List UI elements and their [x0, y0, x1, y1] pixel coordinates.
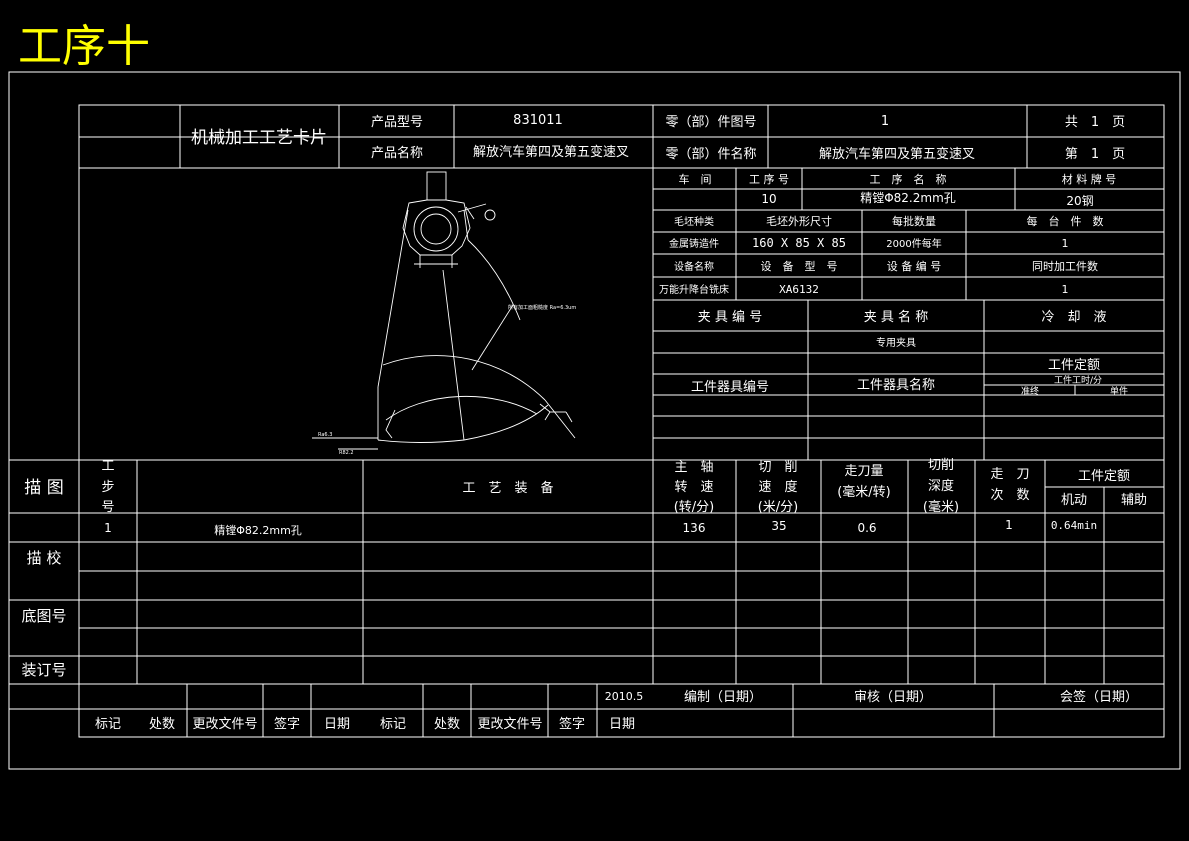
- part-drawing-no-value: 1: [881, 114, 889, 129]
- workshop-label: 车 间: [679, 172, 712, 186]
- coolant-label: 冷 却 液: [1041, 310, 1106, 325]
- equipment-model-label: 设 备 型 号: [761, 259, 838, 273]
- compiled-label: 编制（日期）: [684, 690, 762, 705]
- equipment-no-label: 设 备 编 号: [887, 259, 942, 273]
- fixture-name-value: 专用夹具: [876, 336, 916, 349]
- footer-date-value: 2010.5: [605, 690, 644, 703]
- reviewed-label: 审核（日期）: [854, 690, 932, 705]
- feed-label-2: (毫米/转): [837, 484, 891, 500]
- process-no-label: 工 序 号: [749, 172, 789, 186]
- op-passes: 1: [1005, 518, 1013, 532]
- step-label-1: 工: [101, 459, 114, 474]
- prep-label: 准终: [1021, 385, 1039, 397]
- tool-no-label: 工件器具编号: [691, 380, 769, 395]
- change-doc-label-2: 更改文件号: [477, 717, 542, 732]
- count-label-2: 处数: [434, 717, 460, 732]
- process-name-label: 工 序 名 称: [870, 172, 947, 186]
- equipment-name-label: 设备名称: [674, 260, 714, 273]
- trace-label: 描 图: [24, 478, 63, 498]
- countersign-label: 会签（日期）: [1060, 689, 1138, 705]
- check-label: 描 校: [27, 549, 62, 567]
- date-label-1: 日期: [324, 717, 350, 732]
- blank-type-label: 毛坯种类: [674, 215, 714, 228]
- cut-speed-label-1: 切 削: [758, 460, 797, 475]
- simultaneous-value: 1: [1062, 283, 1069, 296]
- cut-speed-label-3: (米/分): [758, 500, 799, 515]
- passes-label-1: 走 刀: [990, 467, 1029, 482]
- binding-no-label: 装订号: [21, 661, 66, 679]
- blank-size-value: 160 X 85 X 85: [752, 236, 846, 250]
- inner-frame: [78, 104, 1165, 738]
- equipment-model-value: XA6132: [779, 283, 819, 296]
- op-content: 精镗Φ82.2mm孔: [214, 523, 302, 537]
- date-label-2: 日期: [609, 717, 635, 732]
- part-drawing: 所有加工面粗糙度 Ra=6.3um Ra6.3 R82.2: [312, 171, 576, 456]
- quota-label-upper: 工件定额: [1048, 358, 1100, 373]
- process-no-value: 10: [761, 192, 776, 206]
- simultaneous-label: 同时加工件数: [1032, 260, 1098, 273]
- footer-grid: [9, 684, 1164, 737]
- product-model-label: 产品型号: [371, 115, 423, 130]
- passes-label-2: 次 数: [990, 487, 1029, 503]
- aux-time-label: 辅助: [1121, 493, 1147, 508]
- step-label-3: 号: [101, 500, 114, 515]
- material-label: 材 料 牌 号: [1062, 172, 1117, 186]
- spindle-label-3: (转/分): [674, 500, 715, 515]
- per-unit-value: 1: [1062, 237, 1069, 250]
- equipment-name-value: 万能升降台铣床: [659, 283, 729, 296]
- part-drawing-no-label: 零（部）件图号: [665, 115, 756, 130]
- outer-frame: [8, 71, 1181, 770]
- blank-type-value: 金属铸造件: [669, 237, 719, 250]
- single-label: 单件: [1110, 385, 1128, 397]
- op-spindle: 136: [683, 521, 706, 535]
- material-value: 20钢: [1066, 194, 1093, 208]
- drawing-note-roughness: 所有加工面粗糙度 Ra=6.3um: [508, 304, 576, 311]
- spindle-label-1: 主 轴: [674, 460, 713, 475]
- product-model-value: 831011: [513, 113, 563, 128]
- process-name-value: 精镗Φ82.2mm孔: [860, 191, 956, 205]
- card-title: 机械加工工艺卡片: [191, 128, 327, 148]
- product-name-label: 产品名称: [371, 145, 423, 161]
- equipment-header: 工 艺 装 备: [462, 480, 553, 496]
- cut-speed-label-2: 速 度: [758, 479, 797, 495]
- mark-label-2: 标记: [380, 717, 406, 732]
- op-feed: 0.6: [857, 521, 876, 535]
- feed-label-1: 走刀量: [844, 464, 883, 479]
- unit-time-label: 工件工时/分: [1054, 374, 1102, 386]
- product-name-value: 解放汽车第四及第五变速叉: [473, 144, 629, 160]
- op-step-no: 1: [104, 521, 112, 535]
- total-pages: 共 1 页: [1065, 115, 1125, 130]
- per-unit-label: 每 台 件 数: [1027, 214, 1104, 228]
- count-label-1: 处数: [149, 717, 175, 732]
- part-name-value: 解放汽车第四及第五变速叉: [819, 146, 975, 162]
- fixture-no-label: 夹 具 编 号: [698, 310, 762, 325]
- sign-label-2: 签字: [559, 716, 585, 732]
- page-title: 工序十: [18, 21, 150, 72]
- op-cut-speed: 35: [771, 519, 786, 533]
- depth-label-2: 深度: [928, 478, 954, 494]
- process-card-sheet: 工序十 机械加工工艺卡片 产品型号 831011 产品名称 解放汽车第四及第五变…: [8, 21, 1181, 770]
- drawing-note-ra: Ra6.3: [318, 432, 332, 438]
- machine-time-label: 机动: [1061, 493, 1087, 508]
- change-doc-label-1: 更改文件号: [192, 717, 257, 732]
- sign-label-1: 签字: [274, 716, 300, 732]
- mark-label-1: 标记: [95, 717, 121, 732]
- batch-value: 2000件每年: [886, 237, 941, 250]
- spindle-label-2: 转 速: [674, 480, 713, 495]
- ops-quota-label: 工件定额: [1078, 469, 1130, 484]
- op-machine-time: 0.64min: [1051, 519, 1097, 532]
- fixture-name-label: 夹 具 名 称: [864, 309, 928, 325]
- base-drawing-no-label: 底图号: [21, 607, 66, 625]
- batch-label: 每批数量: [892, 214, 936, 228]
- drawing-note-radius: R82.2: [339, 450, 354, 456]
- depth-label-3: (毫米): [923, 499, 959, 515]
- tool-name-label: 工件器具名称: [857, 377, 935, 393]
- step-label-2: 步: [101, 480, 114, 495]
- blank-size-label: 毛坯外形尺寸: [766, 214, 832, 228]
- page-number: 第 1 页: [1065, 147, 1125, 162]
- depth-label-1: 切削: [928, 458, 954, 473]
- part-name-label: 零（部）件名称: [665, 146, 756, 162]
